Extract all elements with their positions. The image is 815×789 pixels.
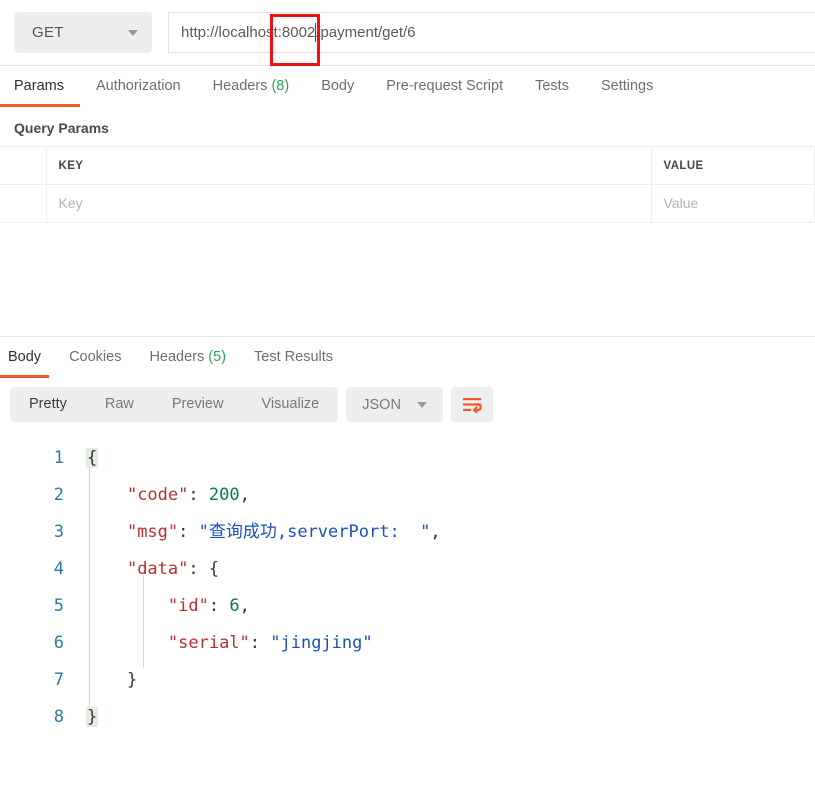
select-all-column (0, 146, 47, 185)
url-text-port: :8002 (277, 24, 316, 41)
format-visualize-button[interactable]: Visualize (242, 387, 338, 422)
line-number: 4 (53, 559, 64, 579)
code-line-6: "serial": "jingjing" (167, 633, 373, 653)
url-input[interactable]: http://localhost:8002/payment/get/6 (168, 12, 815, 53)
query-params-heading: Query Params (14, 120, 109, 136)
column-header-key: KEY (46, 146, 652, 185)
response-body-viewer[interactable]: 1 2 3 4 5 6 7 8 { "code": 200, "msg": "查… (0, 430, 815, 736)
json-key-code: "code" (126, 485, 189, 505)
tab-response-headers-count: (5) (208, 349, 227, 365)
query-params-table: KEY VALUE Key Value (0, 146, 815, 223)
code-line-5: "id": 6, (167, 596, 250, 616)
line-number: 2 (53, 485, 64, 505)
tab-headers-label: Headers (212, 78, 268, 94)
json-value-code: 200 (208, 485, 240, 505)
url-text-prefix: http://localhost (181, 24, 278, 41)
json-key-serial: "serial" (167, 633, 250, 653)
json-key-id: "id" (167, 596, 209, 616)
url-text-suffix: /payment/get/6 (316, 24, 416, 41)
line-number: 8 (53, 707, 64, 727)
word-wrap-icon (462, 397, 482, 413)
format-pretty-button[interactable]: Pretty (10, 387, 86, 422)
tab-pre-request-script[interactable]: Pre-request Script (386, 78, 503, 96)
format-preview-button[interactable]: Preview (153, 387, 243, 422)
param-key-input[interactable]: Key (46, 184, 652, 223)
json-key-data: "data" (126, 559, 189, 579)
request-tabs: Params Authorization Headers (8) Body Pr… (0, 66, 815, 108)
code-line-8: } (86, 699, 815, 736)
code-line-3: "msg": "查询成功,serverPort: ", (126, 522, 441, 542)
response-language-label: JSON (362, 396, 401, 413)
fold-guide-line (143, 574, 144, 668)
tab-authorization-label: Authorization (95, 78, 181, 94)
json-value-id: 6 (229, 596, 240, 616)
tab-test-results[interactable]: Test Results (254, 349, 333, 367)
line-number: 5 (53, 596, 64, 616)
tab-settings[interactable]: Settings (601, 78, 653, 96)
code-content: { "code": 200, "msg": "查询成功,serverPort: … (86, 440, 815, 736)
tab-tests-label: Tests (535, 78, 569, 94)
format-raw-button[interactable]: Raw (86, 387, 153, 422)
format-button-group: Pretty Raw Preview Visualize (10, 387, 339, 422)
request-url-bar: GET http://localhost:8002/payment/get/6 (0, 0, 815, 66)
tab-test-results-label: Test Results (254, 349, 334, 365)
chevron-down-icon (416, 401, 427, 408)
open-brace: { (86, 448, 99, 468)
json-key-msg: "msg" (126, 522, 179, 542)
tab-headers-count: (8) (271, 78, 290, 94)
fold-guide-line (89, 468, 90, 708)
tab-tests[interactable]: Tests (535, 78, 569, 96)
http-method-select[interactable]: GET (14, 12, 152, 53)
code-line-numbers: 1 2 3 4 5 6 7 8 (0, 440, 86, 736)
tab-headers[interactable]: Headers (8) (213, 78, 290, 96)
response-format-toolbar: Pretty Raw Preview Visualize JSON (0, 379, 815, 430)
tab-response-body-label: Body (8, 349, 42, 365)
column-header-value: VALUE (651, 146, 815, 185)
tab-response-body[interactable]: Body (0, 349, 50, 378)
code-line-7: } (86, 670, 138, 690)
tab-params[interactable]: Params (0, 78, 80, 107)
json-value-serial: "jingjing" (270, 633, 373, 653)
param-value-placeholder: Value (663, 194, 699, 211)
table-header-row: KEY VALUE (0, 146, 815, 185)
line-number: 1 (53, 448, 64, 468)
word-wrap-button[interactable] (450, 387, 493, 422)
line-number: 7 (53, 670, 64, 690)
tab-settings-label: Settings (600, 78, 654, 94)
json-value-msg: "查询成功,serverPort: " (198, 522, 431, 542)
close-brace: } (86, 707, 99, 727)
param-key-placeholder: Key (58, 194, 83, 211)
line-number: 6 (53, 633, 64, 653)
response-language-select[interactable]: JSON (346, 387, 443, 422)
tab-params-label: Params (14, 78, 64, 94)
line-number: 3 (53, 522, 64, 542)
http-method-label: GET (32, 24, 64, 41)
code-line-4: "data": { (126, 559, 220, 579)
tab-body[interactable]: Body (321, 78, 354, 96)
code-line-2: "code": 200, (126, 485, 250, 505)
tab-pre-request-script-label: Pre-request Script (386, 78, 504, 94)
row-checkbox-cell[interactable] (0, 184, 47, 223)
table-row: Key Value (0, 184, 815, 223)
chevron-down-icon (128, 29, 138, 36)
tab-response-headers-label: Headers (149, 349, 205, 365)
params-empty-area (0, 223, 815, 336)
code-line-1: { (86, 440, 815, 477)
param-value-input[interactable]: Value (651, 184, 815, 223)
tab-response-headers[interactable]: Headers (5) (149, 349, 226, 367)
tab-response-cookies[interactable]: Cookies (69, 349, 121, 367)
response-tabs: Body Cookies Headers (5) Test Results (0, 337, 815, 379)
tab-response-cookies-label: Cookies (69, 349, 122, 365)
tab-authorization[interactable]: Authorization (96, 78, 181, 96)
tab-body-label: Body (321, 78, 355, 94)
